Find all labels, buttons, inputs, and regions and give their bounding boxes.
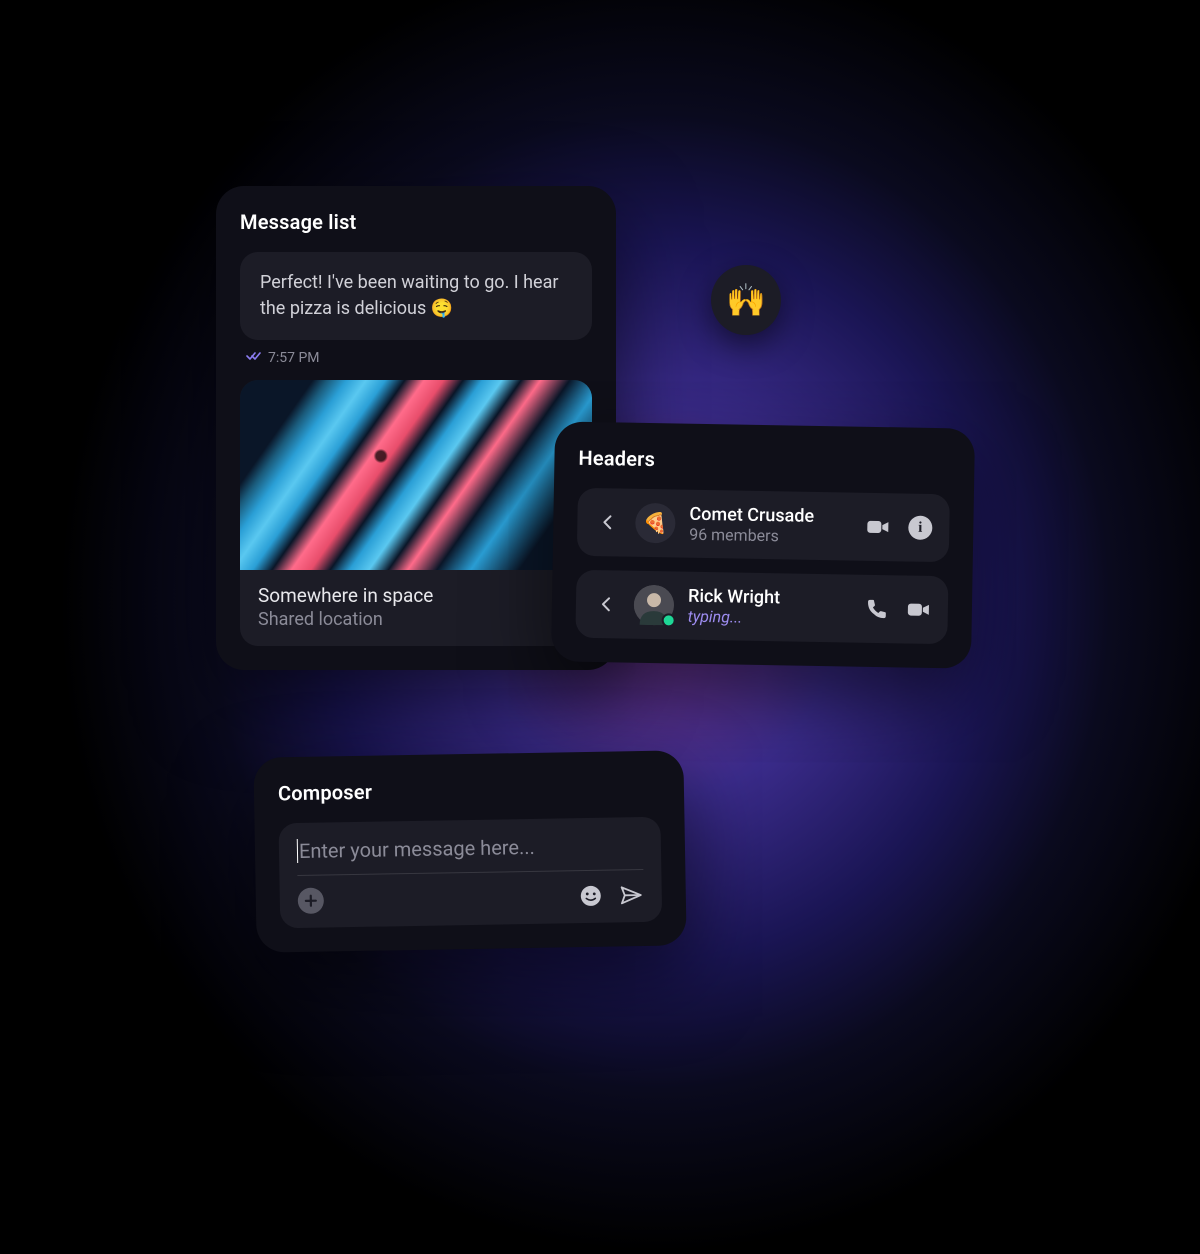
video-icon [907,601,931,619]
composer-box: Enter your message here... [278,817,662,929]
header-text-user: Rick Wright typing... [688,586,851,629]
headers-title: Headers [578,446,950,476]
message-timestamp: 7:57 PM [268,350,320,366]
raised-hands-icon: 🙌 [726,281,766,319]
reaction-bubble[interactable]: 🙌 [711,265,781,335]
header-actions: i [865,514,933,541]
info-button[interactable]: i [907,515,933,541]
composer-card: Composer Enter your message here... [253,750,686,952]
header-user-name: Rick Wright [688,586,850,610]
chevron-left-icon [601,596,611,612]
typing-indicator: typing... [688,607,850,629]
send-icon [619,883,643,907]
location-attachment[interactable]: Somewhere in space Shared location [240,380,592,646]
smile-icon [579,884,603,908]
message-list-title: Message list [240,210,592,234]
location-image [240,380,592,570]
back-button[interactable] [593,508,621,536]
attachment-button[interactable] [298,888,324,914]
info-icon: i [908,516,932,540]
chevron-left-icon [602,514,612,530]
video-icon [866,518,890,536]
presence-indicator [662,613,676,627]
audio-call-button[interactable] [864,596,890,622]
headers-card: Headers 🍕 Comet Crusade 96 members i [551,421,975,668]
back-button[interactable] [592,590,620,618]
read-receipt-icon [246,350,262,366]
header-row-group[interactable]: 🍕 Comet Crusade 96 members i [577,488,950,562]
phone-icon [866,598,888,620]
send-button[interactable] [618,882,644,908]
user-avatar[interactable] [634,585,675,626]
composer-actions [298,882,644,914]
location-text: Somewhere in space Shared location [240,570,592,646]
emoji-button[interactable] [578,883,604,909]
message-bubble[interactable]: Perfect! I've been waiting to go. I hear… [240,252,592,340]
pizza-icon: 🍕 [643,511,668,535]
group-avatar[interactable]: 🍕 [635,503,676,544]
video-call-button[interactable] [865,514,891,540]
header-name: Comet Crusade [689,504,851,528]
location-subtitle: Shared location [258,609,574,630]
header-text-group: Comet Crusade 96 members [689,504,852,547]
composer-title: Composer [278,775,660,806]
message-meta: 7:57 PM [240,350,592,366]
message-input[interactable]: Enter your message here... [297,833,644,876]
header-actions [864,596,932,623]
header-member-count: 96 members [689,525,851,547]
header-row-user[interactable]: Rick Wright typing... [575,570,948,644]
input-placeholder: Enter your message here... [299,835,535,863]
plus-icon [304,894,318,908]
video-call-button[interactable] [906,597,932,623]
location-title: Somewhere in space [258,584,574,607]
